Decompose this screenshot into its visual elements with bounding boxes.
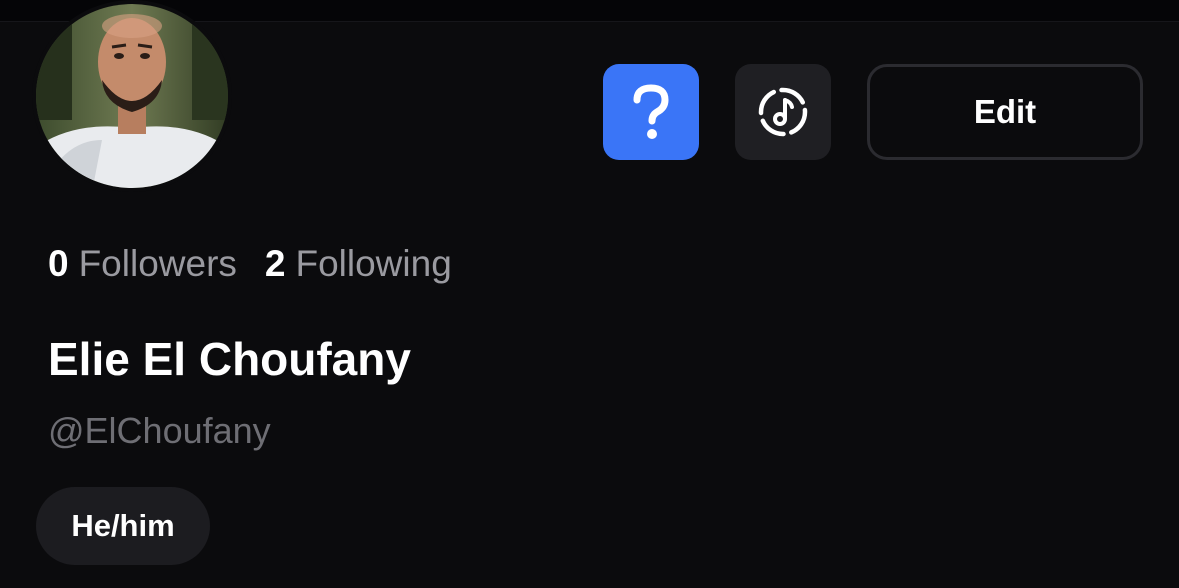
follow-stats: 0 Followers 2 Following [48, 238, 452, 290]
edit-profile-button[interactable]: Edit [867, 64, 1143, 160]
username-handle: @ElChoufany [48, 410, 271, 451]
help-button[interactable] [603, 64, 699, 160]
following-count: 2 [264, 243, 286, 284]
music-note-icon [758, 87, 808, 137]
following-label: Following [295, 243, 452, 284]
question-mark-icon [633, 84, 669, 139]
following-link[interactable]: 2 Following [265, 243, 452, 285]
profile-music-button[interactable] [735, 64, 831, 160]
followers-count: 0 [48, 243, 69, 284]
followers-link[interactable]: 0 Followers [48, 243, 237, 285]
pronouns-badge: He/him [36, 487, 210, 565]
avatar[interactable] [32, 0, 232, 192]
avatar-photo [36, 4, 228, 188]
followers-label: Followers [78, 243, 237, 284]
display-name: Elie El Choufany [48, 333, 411, 385]
